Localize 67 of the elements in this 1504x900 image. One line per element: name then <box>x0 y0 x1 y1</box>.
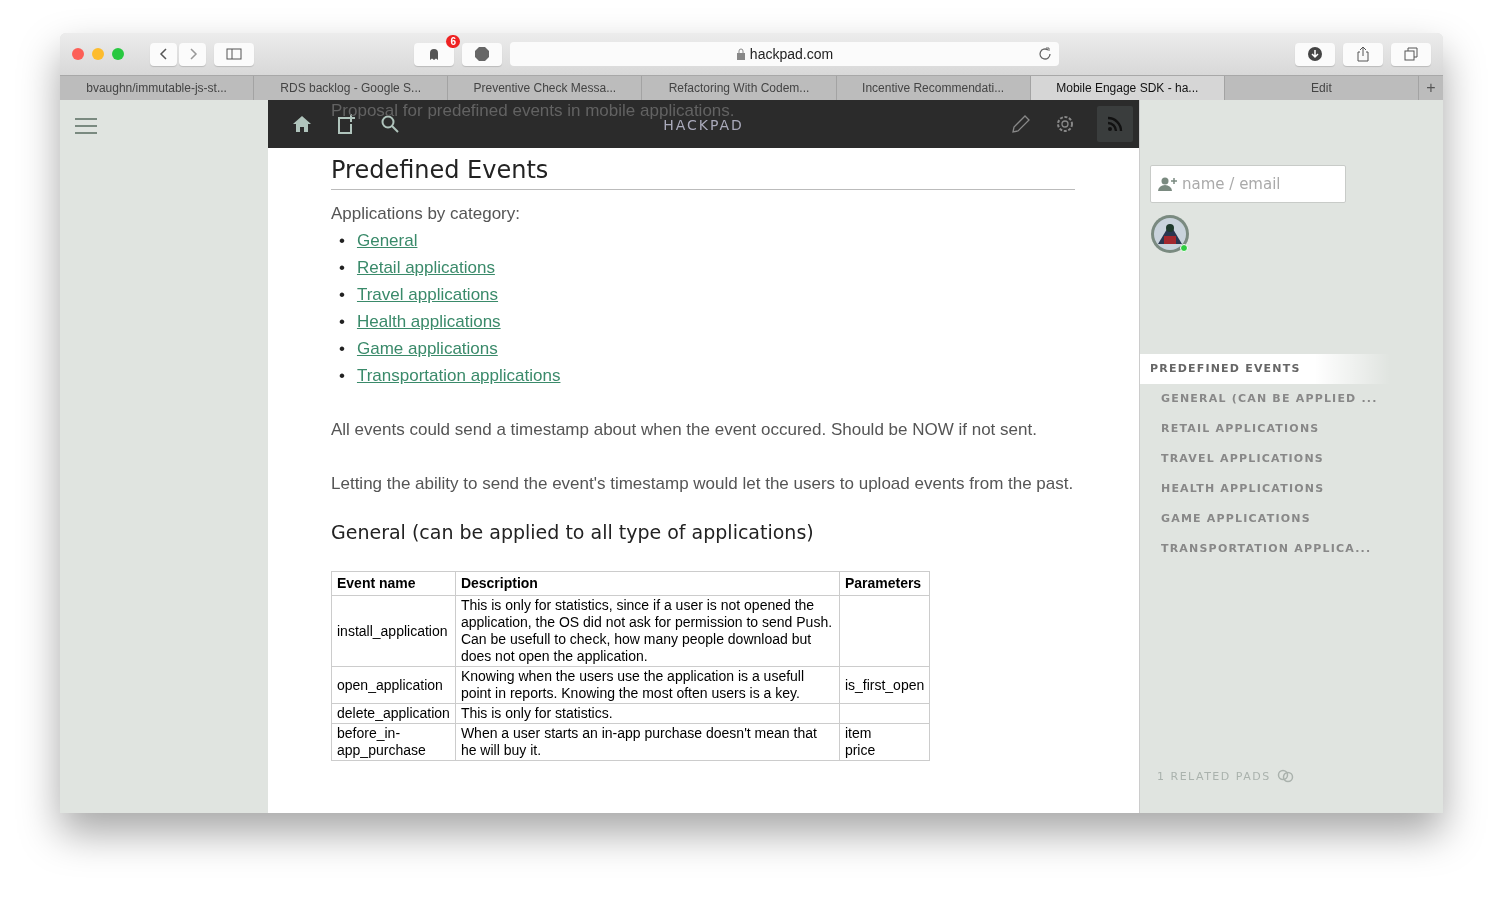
category-link[interactable]: Retail applications <box>356 254 495 281</box>
download-icon <box>1307 46 1323 62</box>
forward-button[interactable] <box>179 42 206 66</box>
outline-item[interactable]: HEALTH APPLICATIONS <box>1140 474 1325 504</box>
address-bar[interactable]: hackpad.com <box>510 42 1059 66</box>
outline-item[interactable]: GAME APPLICATIONS <box>1140 504 1311 534</box>
user-avatar[interactable] <box>1150 214 1190 254</box>
menu-icon <box>75 117 97 135</box>
category-link[interactable]: Travel applications <box>356 281 499 308</box>
paragraph: Letting the ability to send the event's timestamp would let the users to upload events from the past. <box>331 473 1075 495</box>
table-cell: item price <box>839 723 930 761</box>
zoom-button[interactable] <box>112 48 124 60</box>
share-button[interactable] <box>1343 42 1383 66</box>
adblock-button[interactable] <box>462 42 502 66</box>
category-link[interactable]: Transportation applications <box>356 362 561 389</box>
link-icon <box>1276 769 1295 783</box>
table-cell: Knowing when the users use the application is a usefull point in reports. Knowing the most often users is a key. <box>455 666 840 704</box>
feed-button[interactable] <box>1097 106 1133 142</box>
outline-item[interactable]: GENERAL (CAN BE APPLIED ... <box>1140 384 1378 414</box>
document-title: Predefined Events <box>331 156 1075 190</box>
table-cell: open_application <box>331 666 456 704</box>
feed-icon <box>1107 116 1123 132</box>
table-cell: delete_application <box>331 703 456 724</box>
brand-name: HACKPAD <box>663 117 744 133</box>
column-header: Description <box>455 571 840 596</box>
column-header: Parameters <box>839 571 930 596</box>
sidebar-icon <box>226 46 242 62</box>
category-link[interactable]: General <box>356 227 418 254</box>
table-cell: This is only for statistics. <box>455 703 840 724</box>
bullet: • <box>339 230 345 252</box>
section-heading: General (can be applied to all type of applications) <box>331 521 815 543</box>
url-text: hackpad.com <box>749 46 834 62</box>
add-user-icon <box>1158 176 1178 192</box>
category-link[interactable]: Health applications <box>356 308 501 335</box>
sidebar-button[interactable] <box>214 42 254 66</box>
tabs-icon <box>1403 46 1419 62</box>
column-header: Event name <box>331 571 456 596</box>
browser-tab[interactable]: Mobile Engage SDK - ha... <box>1030 76 1225 100</box>
bullet: • <box>339 365 345 387</box>
bullet: • <box>339 338 345 360</box>
category-link[interactable]: Game applications <box>356 335 498 362</box>
notification-badge: 6 <box>446 34 460 48</box>
invite-field[interactable]: name / email <box>1150 165 1346 203</box>
bullet: • <box>339 311 345 333</box>
reload-icon <box>1037 46 1053 62</box>
outline-item[interactable]: TRAVEL APPLICATIONS <box>1140 444 1324 474</box>
bullet: • <box>339 257 345 279</box>
home-icon <box>292 115 312 133</box>
tabs-overview-button[interactable] <box>1391 42 1431 66</box>
table-cell: install_application <box>331 595 456 667</box>
downloads-button[interactable] <box>1295 42 1335 66</box>
stop-sign-icon <box>474 46 490 62</box>
pencil-icon <box>1011 114 1031 134</box>
outline-item[interactable]: RETAIL APPLICATIONS <box>1140 414 1320 444</box>
intro-text: Applications by category: <box>331 203 521 225</box>
outline-item[interactable]: TRANSPORTATION APPLICA... <box>1140 534 1372 564</box>
back-button[interactable] <box>150 42 177 66</box>
close-button[interactable] <box>72 48 84 60</box>
lock-icon <box>735 48 746 60</box>
table-cell: is_first_open <box>839 666 930 704</box>
table-cell: before_in-app_purchase <box>331 723 456 761</box>
settings-icon <box>1055 114 1075 134</box>
bullet: • <box>339 284 345 306</box>
table-cell: When a user starts an in-app purchase doesn't mean that he will buy it. <box>455 723 840 761</box>
share-icon <box>1355 46 1371 62</box>
paragraph: All events could send a timestamp about when the event occured. Should be NOW if not sent. <box>331 419 1038 441</box>
table-cell: This is only for statistics, since if a user is not opened the application, the OS did not ask for permission to send Push. Can be usefull to check, how many people download but does not open the application. <box>455 595 840 667</box>
